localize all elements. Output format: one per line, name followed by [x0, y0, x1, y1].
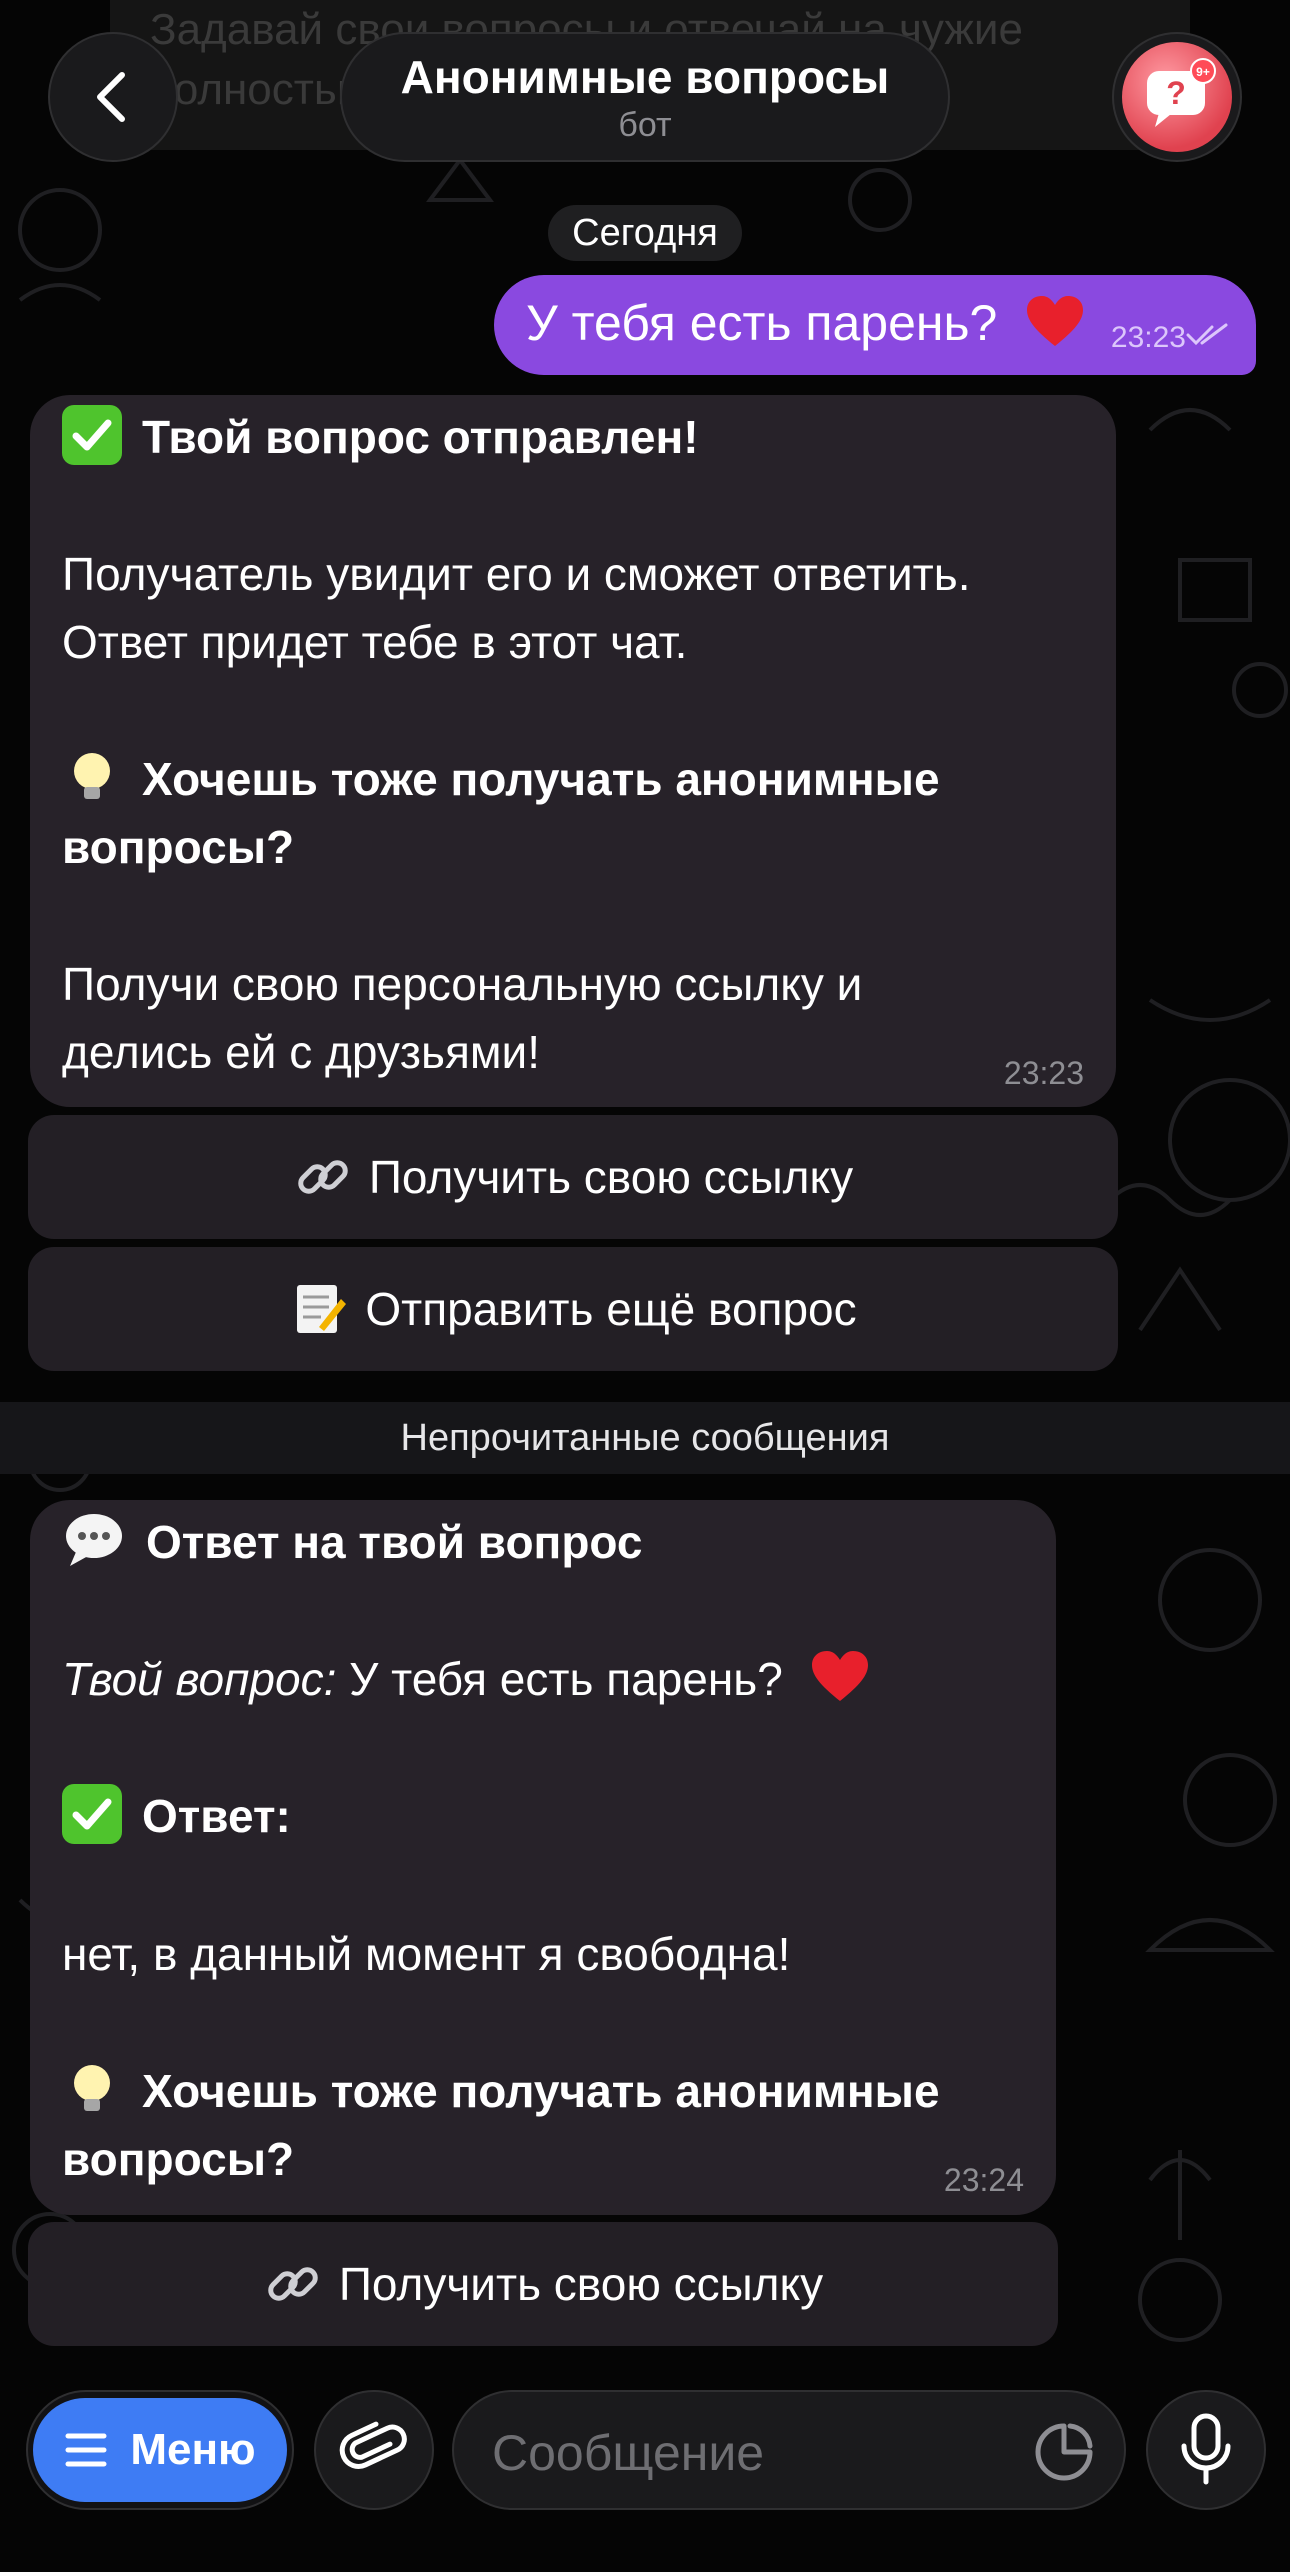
send-more-label: Отправить ещё вопрос: [365, 1283, 857, 1335]
chevron-left-icon: [97, 72, 125, 122]
message-title-text: Ответ на твой вопрос: [146, 1516, 643, 1568]
get-link-label: Получить свою ссылку: [368, 1151, 854, 1203]
promo-line: Хочешь тоже получать анонимные: [62, 2057, 940, 2125]
promo-text: Хочешь тоже получать анонимные: [142, 2065, 940, 2117]
get-link-button[interactable]: Получить свою ссылку: [28, 2222, 1058, 2346]
question-line: Твой вопрос: У тебя есть парень?: [62, 1645, 870, 1713]
message-input[interactable]: [490, 2412, 1034, 2494]
paperclip-icon: [339, 2421, 407, 2469]
message-line: Ответ придет тебе в этот чат.: [62, 616, 688, 668]
get-link-label: Получить свою ссылку: [338, 2258, 824, 2310]
check-mark-icon: [62, 1784, 122, 1844]
message-title-text: Твой вопрос отправлен!: [142, 411, 699, 463]
heart-icon: [811, 1651, 868, 1701]
message-line: Получатель увидит его и сможет ответить.: [62, 548, 971, 600]
promo-line: Хочешь тоже получать анонимные: [62, 745, 940, 813]
speech-bubble-icon: [66, 1514, 122, 1566]
promo-line: вопросы?: [62, 2133, 295, 2185]
message-line: делись ей с друзьями!: [62, 1026, 540, 1078]
answer-heading: Ответ:: [62, 1782, 291, 1850]
chat-title: Анонимные вопросы: [400, 51, 890, 103]
message-input-container[interactable]: [452, 2390, 1126, 2510]
chat-subtitle: бот: [618, 106, 672, 144]
bot-message[interactable]: Твой вопрос отправлен! Получатель увидит…: [30, 395, 1116, 1107]
avatar: ? 9+: [1122, 42, 1232, 152]
check-mark-icon: [62, 405, 122, 465]
question-text: У тебя есть парень?: [349, 1653, 783, 1705]
get-link-button[interactable]: Получить свою ссылку: [28, 1115, 1118, 1239]
link-icon: [268, 2267, 318, 2301]
memo-icon: [297, 1285, 347, 1333]
outgoing-message[interactable]: У тебя есть парень? 23:23: [494, 275, 1256, 375]
heart-icon: [1027, 296, 1084, 346]
outgoing-message-text: У тебя есть парень?: [526, 293, 1085, 353]
unread-separator: Непрочитанные сообщения: [0, 1402, 1290, 1474]
message-time: 23:23: [1003, 1055, 1084, 1091]
microphone-icon: [1181, 2413, 1231, 2485]
back-button[interactable]: [48, 32, 178, 162]
message-line: Получи свою персональную ссылку и: [62, 958, 863, 1010]
outgoing-text: У тебя есть парень?: [526, 295, 998, 351]
outgoing-time: 23:23: [1110, 321, 1186, 354]
date-separator: Сегодня: [548, 205, 742, 261]
message-title: Твой вопрос отправлен!: [62, 403, 699, 471]
bot-message[interactable]: Ответ на твой вопрос Твой вопрос: У тебя…: [30, 1500, 1056, 2215]
link-icon: [298, 1160, 348, 1194]
answer-label: Ответ:: [142, 1790, 291, 1842]
send-more-button[interactable]: Отправить ещё вопрос: [28, 1247, 1118, 1371]
sticker-icon[interactable]: [1032, 2420, 1096, 2484]
light-bulb-icon: [74, 753, 110, 799]
promo-text: Хочешь тоже получать анонимные: [142, 753, 940, 805]
message-time: 23:24: [943, 2162, 1024, 2198]
attach-button[interactable]: [314, 2390, 434, 2510]
question-bubble-icon: ? 9+: [1147, 58, 1216, 127]
light-bulb-icon: [74, 2065, 110, 2111]
avatar-button[interactable]: ? 9+: [1112, 32, 1242, 162]
question-label: Твой вопрос:: [62, 1653, 337, 1705]
menu-button[interactable]: Меню: [26, 2390, 294, 2510]
voice-button[interactable]: [1146, 2390, 1266, 2510]
hamburger-icon: [65, 2433, 107, 2467]
double-check-icon: [1186, 323, 1228, 346]
promo-line: вопросы?: [62, 821, 295, 873]
message-title: Ответ на твой вопрос: [62, 1508, 643, 1576]
chat-header[interactable]: Анонимные вопросы бот: [340, 32, 950, 162]
menu-button-inner: Меню: [33, 2398, 287, 2502]
avatar-badge: 9+: [1196, 65, 1210, 79]
menu-label: Меню: [130, 2425, 256, 2474]
answer-text: нет, в данный момент я свободна!: [62, 1928, 791, 1980]
svg-text:?: ?: [1166, 75, 1186, 111]
